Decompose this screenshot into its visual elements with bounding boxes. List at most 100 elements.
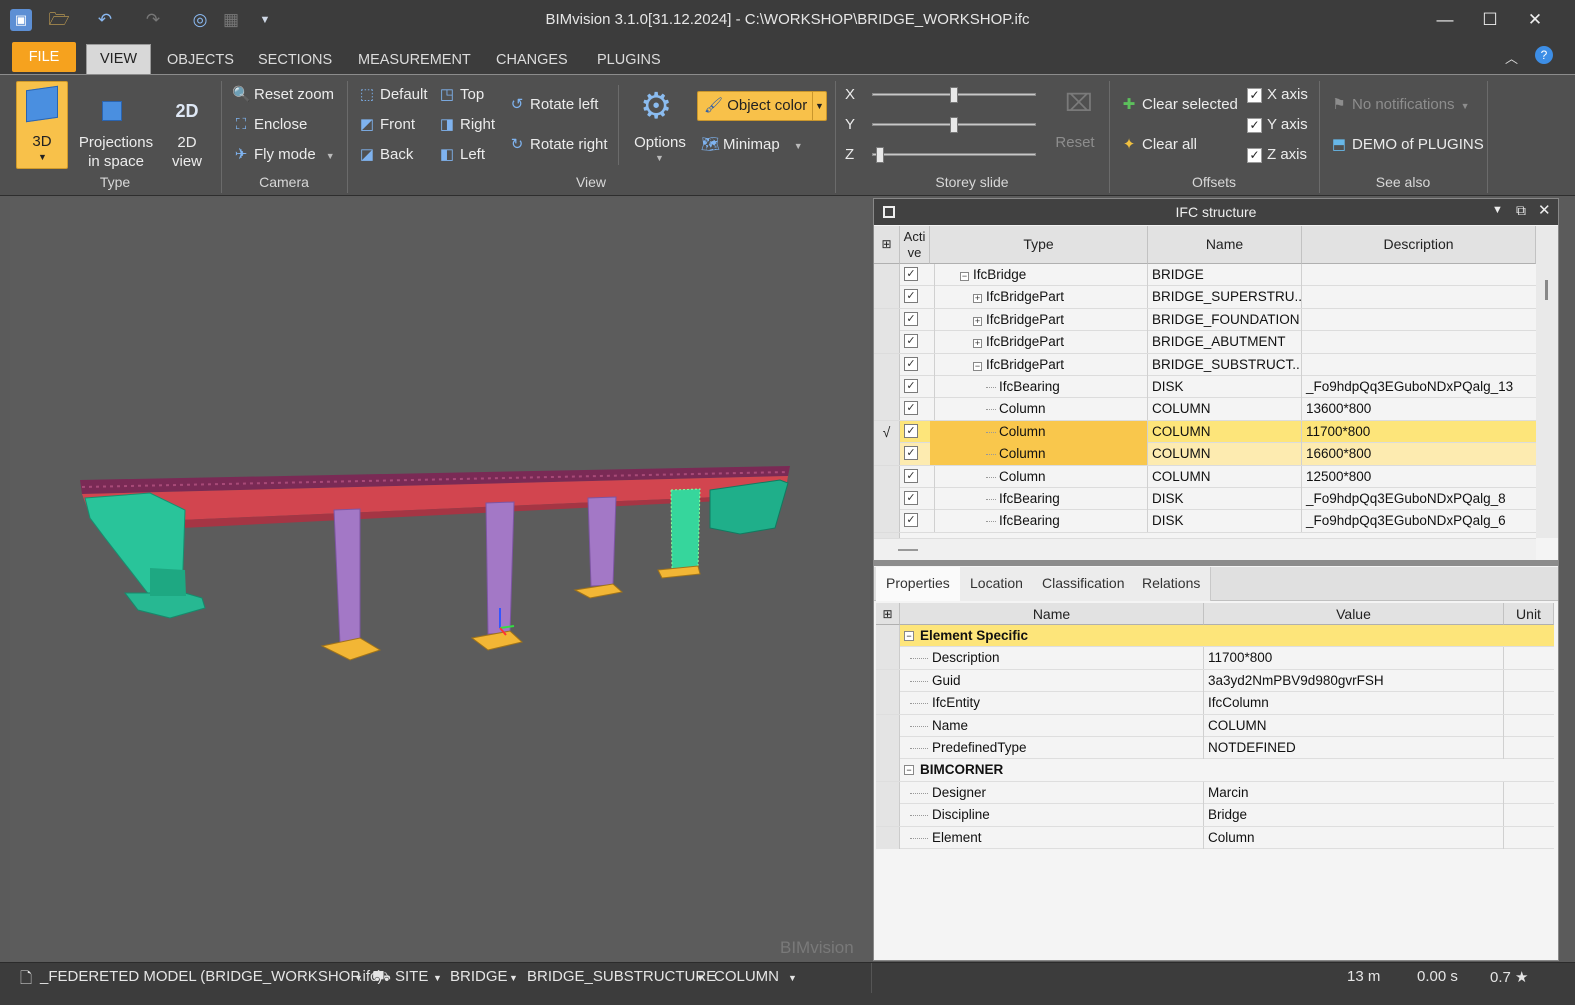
tab-measurement[interactable]: MEASUREMENT <box>345 48 484 74</box>
breadcrumb-site[interactable]: SITE <box>395 968 428 985</box>
rotate-left-button[interactable]: ↺ Rotate left <box>508 92 599 118</box>
panel-close-icon[interactable]: ✕ <box>1538 201 1551 219</box>
active-checkbox[interactable]: ✓ <box>904 446 918 461</box>
tab-plugins[interactable]: PLUGINS <box>584 48 674 74</box>
view-back-button[interactable]: ◪ Back <box>358 142 413 168</box>
fly-mode-button[interactable]: ✈ Fly mode ▼ <box>232 142 335 168</box>
view-3d-button[interactable]: 3D ▼ <box>16 81 68 169</box>
active-checkbox[interactable]: ✓ <box>904 491 918 505</box>
table-row[interactable]: ✓ + IfcBridgePart BRIDGE_FOUNDATION <box>874 308 1536 332</box>
reset-zoom-button[interactable]: 🔍 Reset zoom <box>232 82 334 108</box>
3d-viewport[interactable] <box>10 198 870 961</box>
row-selector[interactable] <box>874 331 900 354</box>
expand-toggle-icon[interactable]: + <box>973 316 982 326</box>
clear-selected-button[interactable]: ✚ Clear selected <box>1120 92 1238 118</box>
table-row[interactable]: ✓ − IfcBridgePart BRIDGE_SUBSTRUCT... <box>874 353 1536 376</box>
tab-classification[interactable]: Classification <box>1032 567 1136 601</box>
active-checkbox[interactable]: ✓ <box>904 513 918 528</box>
property-row[interactable]: Guid 3a3yd2NmPBV9d980gvrFSH <box>876 669 1554 693</box>
row-selector[interactable] <box>874 398 900 421</box>
active-checkbox[interactable]: ✓ <box>904 379 918 393</box>
view-right-button[interactable]: ◨ Right <box>438 112 495 138</box>
expand-toggle-icon[interactable]: − <box>973 361 982 371</box>
enclose-button[interactable]: ⛶ Enclose <box>232 112 308 138</box>
chevron-down-icon[interactable]: ▼ <box>509 973 518 983</box>
collapse-ribbon-icon[interactable]: ︿ <box>1505 48 1518 67</box>
property-row[interactable]: IfcEntity IfcColumn <box>876 692 1554 715</box>
expand-toggle-icon[interactable]: + <box>973 294 982 304</box>
table-row[interactable]: ✓ IfcBearing DISK _Fo9hdpQq3EGuboNDxPQalg_1… <box>874 376 1536 399</box>
view-front-button[interactable]: ◩ Front <box>358 112 415 138</box>
clear-all-button[interactable]: ✦ Clear all <box>1120 132 1197 158</box>
breadcrumb-model[interactable]: _FEDERETED MODEL (BRIDGE_WORKSHOP.ifc) <box>40 968 383 985</box>
property-row[interactable]: PredefinedType NOTDEFINED <box>876 737 1554 760</box>
view-top-button[interactable]: ◳ Top <box>438 82 484 108</box>
h-scrollbar-thumb[interactable] <box>898 549 918 551</box>
tab-location[interactable]: Location <box>960 567 1034 601</box>
expand-toggle-icon[interactable]: + <box>973 339 982 349</box>
property-group[interactable]: − Element Specific <box>876 625 1554 648</box>
active-checkbox[interactable]: ✓ <box>904 289 918 304</box>
row-selector[interactable] <box>874 465 900 488</box>
close-button[interactable]: ✕ <box>1515 8 1555 32</box>
bridge-model[interactable] <box>10 198 870 961</box>
scrollbar-thumb[interactable] <box>1545 280 1548 300</box>
x-slider[interactable] <box>872 87 1036 103</box>
property-row[interactable]: Description 11700*800 <box>876 647 1554 670</box>
prop-header-unit[interactable]: Unit <box>1504 603 1554 625</box>
table-row[interactable]: ✓ − IfcBridge BRIDGE <box>874 264 1536 287</box>
property-row[interactable]: Element Column <box>876 826 1554 849</box>
minimap-button[interactable]: 🗺 Minimap ▼ <box>701 132 803 158</box>
table-row[interactable]: ✓ Column COLUMN 12500*800 <box>874 465 1536 488</box>
z-slider[interactable] <box>872 147 1036 163</box>
vertical-scrollbar[interactable] <box>1536 226 1558 538</box>
prop-header-name[interactable]: Name <box>900 603 1204 625</box>
view-2d-button[interactable]: 2D 2D view <box>164 81 210 173</box>
header-description[interactable]: Description <box>1302 226 1536 264</box>
z-slider-thumb[interactable] <box>876 147 884 163</box>
breadcrumb-bridge[interactable]: BRIDGE <box>450 968 508 985</box>
chevron-down-icon[interactable]: ▼ <box>788 973 797 983</box>
view-left-button[interactable]: ◧ Left <box>438 142 485 168</box>
active-checkbox[interactable]: ✓ <box>904 311 918 326</box>
row-selector[interactable] <box>874 443 900 466</box>
active-checkbox[interactable]: ✓ <box>904 356 918 371</box>
z-axis-checkbox[interactable]: ✓ Z axis <box>1247 142 1307 168</box>
breadcrumb-column[interactable]: COLUMN <box>714 968 779 985</box>
help-icon[interactable]: ? <box>1535 46 1553 64</box>
row-selector[interactable] <box>874 510 900 533</box>
horizontal-scrollbar[interactable] <box>874 538 1536 560</box>
expand-toggle-icon[interactable]: − <box>960 272 969 281</box>
row-selector[interactable] <box>874 264 900 286</box>
collapse-toggle-icon[interactable]: − <box>904 631 914 641</box>
y-slider-thumb[interactable] <box>950 117 958 133</box>
demo-plugins-button[interactable]: ⬒ DEMO of PLUGINS <box>1330 132 1484 158</box>
tab-file[interactable]: FILE <box>12 42 76 72</box>
active-checkbox[interactable]: ✓ <box>904 468 918 483</box>
tab-objects[interactable]: OBJECTS <box>154 48 247 74</box>
row-selector[interactable] <box>874 286 900 309</box>
tab-sections[interactable]: SECTIONS <box>245 48 345 74</box>
table-row[interactable]: ✓ IfcBearing DISK _Fo9hdpQq3EGuboNDxPQalg_8 <box>874 488 1536 511</box>
property-row[interactable]: Designer Marcin <box>876 781 1554 805</box>
chevron-down-icon[interactable]: ▼ <box>433 973 442 983</box>
table-row[interactable]: ✓ + IfcBridgePart BRIDGE_ABUTMENT <box>874 331 1536 354</box>
row-selector[interactable]: √ <box>874 420 900 443</box>
table-row[interactable]: ✓ + IfcBridgePart BRIDGE_SUPERSTRU... <box>874 286 1536 309</box>
dropdown-arrow-icon[interactable]: ▼ <box>812 92 826 120</box>
options-button[interactable]: ⚙ Options ▼ <box>628 83 692 171</box>
collapse-toggle-icon[interactable]: − <box>904 765 914 776</box>
active-checkbox[interactable]: ✓ <box>904 423 918 438</box>
property-row[interactable]: Discipline Bridge <box>876 804 1554 827</box>
splitter[interactable] <box>874 560 1558 566</box>
table-row[interactable]: √ ✓ Column COLUMN 11700*800 <box>874 420 1536 444</box>
panel-float-icon[interactable]: ⧉ <box>1516 202 1526 219</box>
rotate-right-button[interactable]: ↻ Rotate right <box>508 132 608 158</box>
view-default-button[interactable]: ⬚ Default <box>358 82 428 108</box>
property-row[interactable]: Name COLUMN <box>876 714 1554 737</box>
header-name[interactable]: Name <box>1148 226 1302 264</box>
property-group[interactable]: − BIMCORNER <box>876 759 1554 782</box>
panel-dropdown-icon[interactable]: ▼ <box>1492 204 1503 216</box>
active-checkbox[interactable]: ✓ <box>904 267 918 281</box>
maximize-button[interactable]: ☐ <box>1470 8 1510 32</box>
